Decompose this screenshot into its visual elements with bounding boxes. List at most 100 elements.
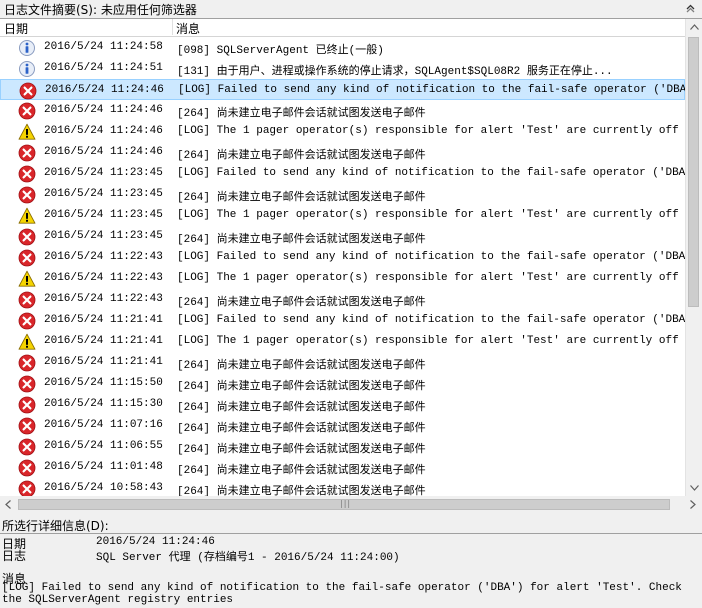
log-row-message: [LOG] The 1 pager operator(s) responsibl… xyxy=(177,209,685,221)
scroll-grip-icon: ||| xyxy=(340,499,352,508)
log-row[interactable]: 2016/5/24 11:06:55 [264] 尚未建立电子邮件会话就试图发送电… xyxy=(0,436,685,457)
collapse-icon[interactable] xyxy=(685,2,696,13)
log-row-date: 2016/5/24 11:22:43 xyxy=(44,293,163,305)
log-row-message: [264] 尚未建立电子邮件会话就试图发送电子邮件 xyxy=(177,234,426,246)
log-row-message: [264] 尚未建立电子邮件会话就试图发送电子邮件 xyxy=(177,192,426,204)
log-rows: 2016/5/24 11:24:58 [098] SQLServerAgent 已… xyxy=(0,37,685,497)
error-icon xyxy=(18,291,36,309)
divider xyxy=(0,533,702,534)
log-row[interactable]: 2016/5/24 10:58:43 [264] 尚未建立电子邮件会话就试图发送电… xyxy=(0,478,685,497)
log-row[interactable]: 2016/5/24 11:23:45 [LOG] Failed to send a… xyxy=(0,163,685,184)
log-row-message: [131] 由于用户、进程或操作系统的停止请求，SQLAgent$SQL08R2… xyxy=(177,66,613,78)
log-row-date: 2016/5/24 11:23:45 xyxy=(44,167,163,179)
log-grid[interactable]: 日期 消息 2016/5/24 11:24:58 [098] SQLServerA… xyxy=(0,18,702,498)
log-row[interactable]: 2016/5/24 11:22:43 [264] 尚未建立电子邮件会话就试图发送电… xyxy=(0,289,685,310)
log-row-date: 2016/5/24 11:23:45 xyxy=(44,230,163,242)
error-icon xyxy=(18,144,36,162)
detail-log-label: 日志 xyxy=(2,549,27,563)
log-row[interactable]: 2016/5/24 11:23:45 [264] 尚未建立电子邮件会话就试图发送电… xyxy=(0,226,685,247)
scroll-right-arrow-icon[interactable] xyxy=(685,496,701,512)
error-icon xyxy=(18,228,36,246)
log-row[interactable]: 2016/5/24 11:24:58 [098] SQLServerAgent 已… xyxy=(0,37,685,58)
grid-header: 日期 消息 xyxy=(0,19,685,37)
info-icon xyxy=(18,39,36,57)
log-row[interactable]: 2016/5/24 11:24:46 [264] 尚未建立电子邮件会话就试图发送电… xyxy=(0,142,685,163)
log-row-message: [LOG] The 1 pager operator(s) responsibl… xyxy=(177,335,685,347)
error-icon xyxy=(18,102,36,120)
error-icon xyxy=(18,186,36,204)
column-header-message[interactable]: 消息 xyxy=(176,20,200,37)
log-row[interactable]: 2016/5/24 11:21:41 [LOG] Failed to send a… xyxy=(0,310,685,331)
scroll-up-arrow-icon[interactable] xyxy=(686,19,702,35)
error-icon xyxy=(19,82,37,100)
filter-summary-label: 日志文件摘要(S): 未应用任何筛选器 xyxy=(4,2,197,17)
log-row-date: 2016/5/24 11:24:46 xyxy=(45,84,164,96)
error-icon xyxy=(18,459,36,477)
log-row-message: [264] 尚未建立电子邮件会话就试图发送电子邮件 xyxy=(177,444,426,456)
detail-log-value: SQL Server 代理 (存档编号1 - 2016/5/24 11:24:0… xyxy=(96,552,400,564)
log-row-date: 2016/5/24 11:24:51 xyxy=(44,62,163,74)
log-row[interactable]: 2016/5/24 11:24:51 [131] 由于用户、进程或操作系统的停止请… xyxy=(0,58,685,79)
warning-icon xyxy=(18,270,36,288)
log-row[interactable]: 2016/5/24 11:23:45 [LOG] The 1 pager oper… xyxy=(0,205,685,226)
log-row-message: [LOG] The 1 pager operator(s) responsibl… xyxy=(177,272,685,284)
log-row-date: 2016/5/24 11:22:43 xyxy=(44,251,163,263)
log-row-date: 2016/5/24 11:21:41 xyxy=(44,335,163,347)
info-icon xyxy=(18,60,36,78)
error-icon xyxy=(18,312,36,330)
log-row-date: 2016/5/24 11:22:43 xyxy=(44,272,163,284)
column-separator[interactable] xyxy=(172,19,173,35)
detail-message-value[interactable]: [LOG] Failed to send any kind of notific… xyxy=(2,582,692,606)
log-row-message: [LOG] Failed to send any kind of notific… xyxy=(177,314,685,326)
log-row-message: [264] 尚未建立电子邮件会话就试图发送电子邮件 xyxy=(177,297,426,309)
log-row-date: 2016/5/24 11:21:41 xyxy=(44,314,163,326)
log-row[interactable]: 2016/5/24 11:22:43 [LOG] The 1 pager oper… xyxy=(0,268,685,289)
filter-summary-bar: 日志文件摘要(S): 未应用任何筛选器 xyxy=(0,0,702,18)
log-row-message: [LOG] Failed to send any kind of notific… xyxy=(178,84,685,96)
scroll-down-arrow-icon[interactable] xyxy=(686,480,702,496)
log-row-message: [LOG] The 1 pager operator(s) responsibl… xyxy=(177,125,685,137)
log-row[interactable]: 2016/5/24 11:22:43 [LOG] Failed to send a… xyxy=(0,247,685,268)
log-row[interactable]: 2016/5/24 11:21:41 [264] 尚未建立电子邮件会话就试图发送电… xyxy=(0,352,685,373)
log-row-message: [264] 尚未建立电子邮件会话就试图发送电子邮件 xyxy=(177,150,426,162)
vertical-scroll-thumb[interactable] xyxy=(688,37,699,307)
log-row-message: [264] 尚未建立电子邮件会话就试图发送电子邮件 xyxy=(177,381,426,393)
details-panel: 所选行详细信息(D): 日期 2016/5/24 11:24:46 日志 SQL… xyxy=(0,515,702,608)
column-header-date[interactable]: 日期 xyxy=(4,20,28,37)
log-row-date: 2016/5/24 11:23:45 xyxy=(44,209,163,221)
log-row[interactable]: 2016/5/24 11:21:41 [LOG] The 1 pager oper… xyxy=(0,331,685,352)
warning-icon xyxy=(18,333,36,351)
log-row-date: 2016/5/24 11:06:55 xyxy=(44,440,163,452)
log-row-date: 2016/5/24 11:07:16 xyxy=(44,419,163,431)
log-row-date: 2016/5/24 11:23:45 xyxy=(44,188,163,200)
log-row[interactable]: 2016/5/24 11:15:30 [264] 尚未建立电子邮件会话就试图发送电… xyxy=(0,394,685,415)
log-row[interactable]: 2016/5/24 11:24:46 [LOG] The 1 pager oper… xyxy=(0,121,685,142)
scroll-left-arrow-icon[interactable] xyxy=(0,496,16,512)
log-row-message: [LOG] Failed to send any kind of notific… xyxy=(177,251,685,263)
log-row-date: 2016/5/24 11:21:41 xyxy=(44,356,163,368)
log-row-date: 2016/5/24 11:24:46 xyxy=(44,146,163,158)
log-row[interactable]: 2016/5/24 11:23:45 [264] 尚未建立电子邮件会话就试图发送电… xyxy=(0,184,685,205)
warning-icon xyxy=(18,123,36,141)
vertical-scrollbar[interactable] xyxy=(685,19,702,497)
log-row[interactable]: 2016/5/24 11:24:46 [264] 尚未建立电子邮件会话就试图发送电… xyxy=(0,100,685,121)
log-row[interactable]: 2016/5/24 11:24:46 [LOG] Failed to send a… xyxy=(0,79,685,100)
log-row-date: 2016/5/24 11:15:50 xyxy=(44,377,163,389)
error-icon xyxy=(18,249,36,267)
log-row[interactable]: 2016/5/24 11:15:50 [264] 尚未建立电子邮件会话就试图发送电… xyxy=(0,373,685,394)
horizontal-scrollbar[interactable]: ||| xyxy=(0,496,702,513)
log-row-date: 2016/5/24 11:01:48 xyxy=(44,461,163,473)
log-row[interactable]: 2016/5/24 11:01:48 [264] 尚未建立电子邮件会话就试图发送电… xyxy=(0,457,685,478)
log-row-date: 2016/5/24 10:58:43 xyxy=(44,482,163,494)
error-icon xyxy=(18,375,36,393)
log-row-message: [264] 尚未建立电子邮件会话就试图发送电子邮件 xyxy=(177,402,426,414)
error-icon xyxy=(18,165,36,183)
log-row-message: [098] SQLServerAgent 已终止(一般) xyxy=(177,45,384,57)
error-icon xyxy=(18,417,36,435)
log-row-date: 2016/5/24 11:24:46 xyxy=(44,104,163,116)
log-row[interactable]: 2016/5/24 11:07:16 [264] 尚未建立电子邮件会话就试图发送电… xyxy=(0,415,685,436)
details-title: 所选行详细信息(D): xyxy=(2,519,109,533)
error-icon xyxy=(18,354,36,372)
log-row-date: 2016/5/24 11:24:46 xyxy=(44,125,163,137)
log-row-date: 2016/5/24 11:24:58 xyxy=(44,41,163,53)
